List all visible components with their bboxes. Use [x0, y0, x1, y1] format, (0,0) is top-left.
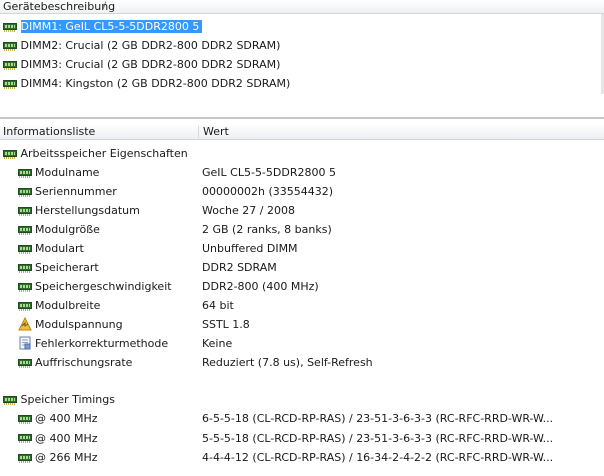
column-header-device-description[interactable]: Gerätebeschreibung	[0, 0, 115, 14]
field-label: Modulname	[35, 166, 100, 179]
ram-module-icon	[18, 358, 32, 368]
field-value: 00000002h (33554432)	[202, 185, 334, 198]
ram-module-icon	[3, 395, 17, 405]
ram-module-icon	[18, 168, 32, 178]
info-list-header: Informationsliste Wert	[0, 124, 604, 140]
property-row[interactable]: Modulbreite 64 bit	[18, 297, 598, 315]
device-item-dimm3[interactable]: DIMM3: Crucial (2 GB DDR2-800 DDR2 SDRAM…	[3, 56, 280, 74]
device-label: DIMM1: GeIL CL5-5-5DDR2800 5	[20, 20, 203, 33]
field-label: Modulgröße	[35, 223, 100, 236]
device-item-dimm4[interactable]: DIMM4: Kingston (2 GB DDR2-800 DDR2 SDRA…	[3, 75, 290, 93]
group-memory-properties[interactable]: Arbeitsspeicher Eigenschaften	[3, 145, 188, 163]
device-item-dimm2[interactable]: DIMM2: Crucial (2 GB DDR2-800 DDR2 SDRAM…	[3, 37, 280, 55]
field-value: Keine	[202, 337, 233, 350]
ram-module-icon	[3, 60, 17, 70]
ram-module-icon	[3, 79, 17, 89]
sort-arrow-icon: /	[103, 1, 107, 11]
column-header-info[interactable]: Informationsliste	[0, 124, 95, 140]
device-list-header: Gerätebeschreibung /	[0, 0, 604, 14]
field-value: Woche 27 / 2008	[202, 204, 295, 217]
property-row[interactable]: Speichergeschwindigkeit DDR2-800 (400 MHz…	[18, 278, 598, 296]
field-value: GeIL CL5-5-5DDR2800 5	[202, 166, 336, 179]
ram-module-icon	[18, 187, 32, 197]
property-row[interactable]: Modulname GeIL CL5-5-5DDR2800 5	[18, 164, 598, 182]
field-value: SSTL 1.8	[202, 318, 250, 331]
field-value: 6-5-5-18 (CL-RCD-RP-RAS) / 23-51-3-6-3-3…	[202, 412, 554, 425]
panel-splitter[interactable]	[0, 117, 604, 119]
field-value: 2 GB (2 ranks, 8 banks)	[202, 223, 332, 236]
field-label: Seriennummer	[35, 185, 117, 198]
ram-module-icon	[18, 282, 32, 292]
column-header-value[interactable]: Wert	[200, 124, 229, 140]
error-correction-icon	[18, 336, 32, 350]
property-row[interactable]: Modulart Unbuffered DIMM	[18, 240, 598, 258]
ram-module-icon	[18, 225, 32, 235]
field-value: Unbuffered DIMM	[202, 242, 298, 255]
ram-module-icon	[18, 263, 32, 273]
column-separator[interactable]	[198, 126, 199, 138]
field-value: 64 bit	[202, 299, 234, 312]
property-row[interactable]: Modulspannung SSTL 1.8	[18, 316, 598, 334]
field-label: @ 266 MHz	[35, 451, 98, 464]
field-label: Herstellungsdatum	[35, 204, 140, 217]
field-label: Fehlerkorrekturmethode	[35, 337, 169, 350]
ram-module-icon	[3, 149, 17, 159]
device-item-dimm1[interactable]: DIMM1: GeIL CL5-5-5DDR2800 5	[3, 18, 203, 36]
timing-row[interactable]: @ 400 MHz 5-5-5-18 (CL-RCD-RP-RAS) / 23-5…	[18, 430, 598, 448]
field-label: @ 400 MHz	[35, 412, 98, 425]
field-value: 5-5-5-18 (CL-RCD-RP-RAS) / 23-51-3-6-3-3…	[202, 431, 554, 445]
ram-module-icon	[3, 22, 17, 32]
ram-module-icon	[18, 434, 32, 443]
ram-module-icon	[18, 301, 32, 311]
device-label: DIMM3: Crucial (2 GB DDR2-800 DDR2 SDRAM…	[20, 58, 281, 71]
group-title: Arbeitsspeicher Eigenschaften	[20, 147, 188, 160]
property-row[interactable]: Speicherart DDR2 SDRAM	[18, 259, 598, 277]
property-row[interactable]: Herstellungsdatum Woche 27 / 2008	[18, 202, 598, 220]
timing-row[interactable]: @ 400 MHz 6-5-5-18 (CL-RCD-RP-RAS) / 23-5…	[18, 410, 598, 428]
field-label: Auffrischungsrate	[35, 356, 133, 369]
voltage-warning-icon	[18, 316, 32, 331]
field-label: Speichergeschwindigkeit	[35, 280, 172, 293]
property-row[interactable]: Modulgröße 2 GB (2 ranks, 8 banks)	[18, 221, 598, 239]
ram-module-icon	[18, 244, 32, 254]
property-row[interactable]: Seriennummer 00000002h (33554432)	[18, 183, 598, 201]
field-value: 4-4-4-12 (CL-RCD-RP-RAS) / 16-34-2-4-2-2…	[202, 451, 554, 464]
field-label: Modulart	[35, 242, 84, 255]
property-row[interactable]: Auffrischungsrate Reduziert (7.8 us), Sel…	[18, 354, 598, 372]
field-label: @ 400 MHz	[35, 431, 98, 445]
device-label: DIMM4: Kingston (2 GB DDR2-800 DDR2 SDRA…	[20, 77, 291, 90]
field-label: Modulspannung	[35, 318, 123, 331]
field-value: Reduziert (7.8 us), Self-Refresh	[202, 356, 373, 369]
field-label: Speicherart	[35, 261, 99, 274]
ram-module-icon	[18, 414, 32, 424]
ram-module-icon	[18, 206, 32, 216]
group-title: Speicher Timings	[20, 393, 116, 406]
field-value: DDR2 SDRAM	[202, 261, 277, 274]
timing-row[interactable]: @ 266 MHz 4-4-4-12 (CL-RCD-RP-RAS) / 16-3…	[18, 449, 598, 467]
group-memory-timings[interactable]: Speicher Timings	[3, 391, 115, 409]
ram-module-icon	[18, 453, 32, 463]
ram-module-icon	[3, 41, 17, 51]
property-row[interactable]: Fehlerkorrekturmethode Keine	[18, 335, 598, 353]
field-label: Modulbreite	[35, 299, 101, 312]
device-label: DIMM2: Crucial (2 GB DDR2-800 DDR2 SDRAM…	[20, 39, 281, 52]
field-value: DDR2-800 (400 MHz)	[202, 280, 319, 293]
